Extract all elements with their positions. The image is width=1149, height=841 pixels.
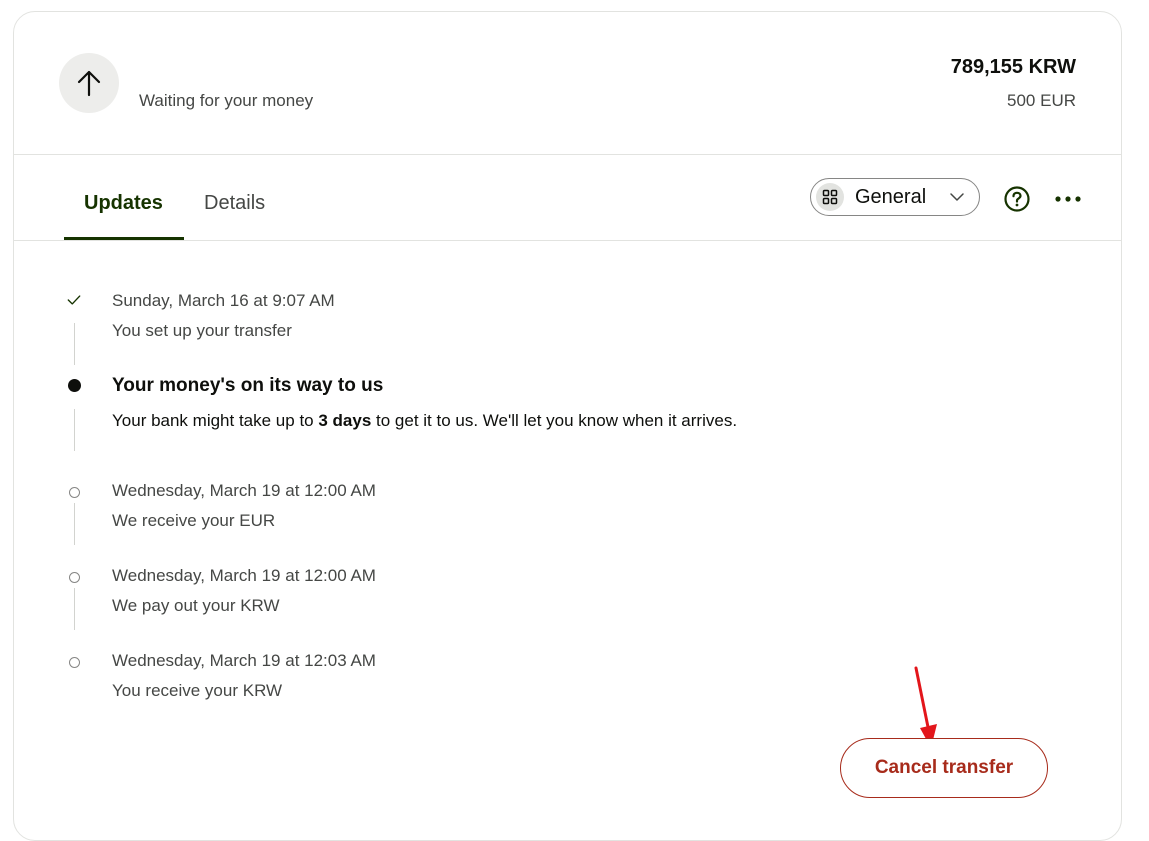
tab-bar: Updates Details General	[14, 154, 1121, 241]
grid-icon	[816, 183, 844, 211]
active-tab-indicator	[64, 237, 184, 240]
cancel-transfer-button[interactable]: Cancel transfer	[840, 738, 1048, 798]
timeline-item-title: Your money's on its way to us	[112, 375, 384, 396]
timeline-item-desc: We pay out your KRW	[112, 596, 280, 615]
arrow-up-icon	[77, 70, 101, 97]
timeline-item-title: Wednesday, March 19 at 12:00 AM	[112, 481, 376, 500]
transfer-avatar	[59, 53, 119, 113]
timeline-connector	[74, 409, 75, 451]
target-amount: 789,155 KRW	[950, 56, 1076, 78]
timeline-connector	[74, 588, 75, 630]
timeline-item-title: Wednesday, March 19 at 12:00 AM	[112, 566, 376, 585]
timeline-item-desc: You set up your transfer	[112, 321, 292, 340]
help-icon[interactable]	[1004, 186, 1030, 212]
more-icon[interactable]	[1054, 192, 1082, 206]
check-icon	[67, 293, 81, 307]
timeline-item-desc: Your bank might take up to 3 days to get…	[112, 411, 738, 430]
source-amount: 500 EUR	[1007, 91, 1076, 110]
tab-details[interactable]: Details	[204, 192, 265, 215]
view-dropdown[interactable]: General	[810, 178, 980, 216]
transfer-status: Waiting for your money	[139, 91, 314, 110]
current-step-dot	[67, 378, 81, 392]
transfer-header: Waiting for your money 789,155 KRW 500 E…	[14, 12, 1121, 155]
chevron-down-icon	[950, 193, 964, 201]
timeline-connector	[74, 503, 75, 545]
pending-step-dot	[67, 485, 81, 499]
pending-step-dot	[67, 655, 81, 669]
tab-updates[interactable]: Updates	[84, 192, 163, 215]
timeline-item-title: Sunday, March 16 at 9:07 AM	[112, 291, 335, 310]
timeline-connector	[74, 323, 75, 365]
timeline-item-title: Wednesday, March 19 at 12:03 AM	[112, 651, 376, 670]
timeline-item-desc: You receive your KRW	[112, 681, 283, 700]
timeline-item-desc: We receive your EUR	[112, 511, 276, 530]
transfer-card: Waiting for your money 789,155 KRW 500 E…	[13, 11, 1122, 841]
pending-step-dot	[67, 570, 81, 584]
dropdown-label: General	[855, 185, 927, 208]
duration-emphasis: 3 days	[318, 411, 372, 430]
